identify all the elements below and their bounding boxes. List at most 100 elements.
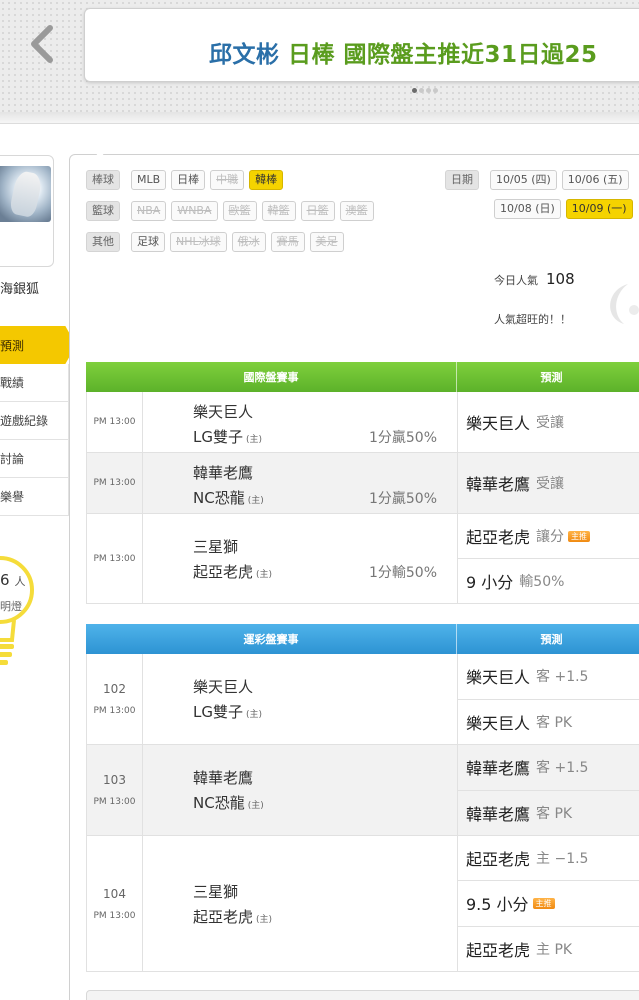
- carousel-dot[interactable]: [412, 88, 417, 93]
- date-option[interactable]: 10/08 (日): [494, 199, 561, 219]
- match-number: 103: [103, 773, 126, 787]
- date-option[interactable]: 10/05 (四): [490, 170, 557, 190]
- sidebar-item-honor[interactable]: 樂譽: [0, 478, 69, 516]
- filter-tag-aus-basketball: 澳籃: [339, 201, 374, 221]
- filter-tag-soccer[interactable]: 足球: [131, 232, 165, 252]
- filter-tag-npb[interactable]: 日棒: [171, 170, 206, 190]
- table-row[interactable]: 102 PM 13:00 樂天巨人 LG雙子 (主) 樂天巨人客 +1.5 樂天巨人…: [86, 654, 639, 745]
- filter-category-other: 其他: [86, 232, 120, 252]
- prediction-sub: 輸50%: [519, 574, 565, 590]
- prediction-sub: 客 PK: [536, 805, 573, 822]
- team-home: NC恐龍 (主): [193, 792, 264, 813]
- prediction-line: 韓華老鷹 受讓: [458, 453, 639, 513]
- home-mark: (主): [256, 915, 273, 925]
- popularity: 今日人氣 108: [494, 270, 575, 288]
- prediction-cell: 樂天巨人 受讓: [458, 392, 639, 452]
- filter-tag-mlb[interactable]: MLB: [131, 170, 167, 190]
- match-time: 104 PM 13:00: [87, 836, 143, 971]
- filter-category-baseball: 棒球: [86, 170, 120, 190]
- chevron-left-icon: [31, 25, 53, 63]
- bulb-label: 明燈: [0, 600, 22, 613]
- prediction-line: 起亞老虎主 −1.5: [458, 836, 639, 882]
- match-odds: 1分贏50%: [368, 491, 437, 507]
- prediction-cell: 樂天巨人客 +1.5 樂天巨人客 PK: [458, 654, 639, 744]
- filter-tag-horse-racing: 賽馬: [270, 232, 305, 252]
- home-mark: (主): [245, 710, 263, 720]
- intl-table: 國際盤賽事 預測 PM 13:00 樂天巨人 LG雙子 (主) 1分贏50% 樂天…: [86, 362, 639, 604]
- table-row[interactable]: PM 13:00 韓華老鷹 NC恐龍 (主) 1分贏50% 韓華老鷹 受讓: [86, 453, 639, 514]
- match-teams: 三星獅 起亞老虎 (主): [143, 836, 458, 971]
- prediction-line: 起亞老虎 讓分 主推: [458, 514, 639, 559]
- team-home-name: 起亞老虎: [193, 908, 254, 926]
- prediction-main: 起亞老虎: [466, 528, 531, 547]
- prediction-main: 起亞老虎: [466, 940, 531, 960]
- table-row[interactable]: 103 PM 13:00 韓華老鷹 NC恐龍 (主) 韓華老鷹客 +1.5 韓華老鷹…: [86, 745, 639, 836]
- prediction-cell: 韓華老鷹 受讓: [458, 453, 639, 513]
- prediction-line: 樂天巨人客 PK: [458, 700, 639, 745]
- filter-tag-american-football: 美足: [309, 232, 344, 252]
- back-button[interactable]: [24, 22, 60, 66]
- team-home-name: NC恐龍: [193, 489, 245, 507]
- sidebar-item-predictions[interactable]: 預測: [0, 326, 76, 364]
- headline-text: 邱文彬 日棒 國際盤主推近31日過25: [209, 35, 598, 69]
- filter-tag-wnba: WNBA: [171, 201, 218, 221]
- prediction-cell: 起亞老虎 讓分 主推 9 小分 輸50%: [458, 514, 639, 603]
- popularity-value: 108: [546, 270, 575, 288]
- featured-badge: 主推: [568, 530, 591, 542]
- match-odds: 1分贏50%: [368, 430, 437, 446]
- sports-table-header: 運彩盤賽事 預測: [86, 624, 639, 654]
- match-number: 104: [103, 886, 126, 901]
- filter-tag-korea-basketball: 韓籃: [261, 201, 296, 221]
- intl-col-prediction: 預測: [540, 371, 563, 384]
- filter-row-baseball: 棒球 MLB 日棒 中職 韓棒: [86, 170, 284, 190]
- sidebar-item-record[interactable]: 戰績: [0, 364, 69, 402]
- prediction-main: 樂天巨人: [466, 668, 531, 688]
- match-teams: 三星獅 起亞老虎 (主) 1分輸50%: [143, 514, 458, 603]
- intl-table-header: 國際盤賽事 預測: [86, 362, 639, 392]
- prediction-main: 韓華老鷹: [466, 759, 531, 779]
- sports-col-prediction: 預測: [540, 633, 563, 646]
- prediction-sub: 主 PK: [536, 941, 573, 958]
- prediction-sub: 受讓: [536, 415, 565, 431]
- match-time: 103 PM 13:00: [87, 745, 143, 835]
- carousel-dots[interactable]: [412, 88, 438, 93]
- prediction-sub: 客 +1.5: [536, 760, 589, 777]
- bulb-count-value: 6: [0, 571, 10, 589]
- carousel-dot[interactable]: [419, 88, 424, 93]
- sidebar-item-game-log[interactable]: 遊戲紀錄: [0, 402, 69, 440]
- match-teams: 樂天巨人 LG雙子 (主) 1分贏50%: [143, 392, 458, 452]
- intl-col-matches: 國際盤賽事: [86, 362, 457, 392]
- carousel-dot[interactable]: [426, 88, 431, 93]
- header-band-edge: [0, 112, 639, 124]
- featured-badge: 主推: [532, 897, 555, 909]
- next-section-edge: [86, 990, 639, 1000]
- prediction-sub: 客 PK: [536, 714, 573, 731]
- date-option[interactable]: 10/06 (五): [561, 170, 629, 190]
- prediction-line: 樂天巨人 受讓: [458, 392, 639, 452]
- filter-tag-kbo[interactable]: 韓棒: [249, 170, 284, 190]
- date-option-selected[interactable]: 10/09 (一): [565, 199, 633, 219]
- filter-tag-euro-basketball: 歐籃: [222, 201, 257, 221]
- prediction-line: 韓華老鷹客 +1.5: [458, 745, 639, 791]
- match-odds: 1分輸50%: [368, 565, 437, 581]
- prediction-line: 起亞老虎主 PK: [458, 927, 639, 971]
- carousel-dot[interactable]: [433, 88, 438, 93]
- popularity-label: 今日人氣: [494, 274, 538, 287]
- filter-tag-nba: NBA: [131, 201, 167, 221]
- table-row[interactable]: 104 PM 13:00 三星獅 起亞老虎 (主) 起亞老虎主 −1.5 9.5 小…: [86, 836, 639, 972]
- prediction-main: 9 小分: [466, 573, 514, 592]
- headline-message: 國際盤主推近31日過25: [343, 42, 598, 68]
- team-home: LG雙子 (主): [193, 426, 262, 447]
- prediction-sub: 受讓: [536, 476, 565, 492]
- table-row[interactable]: PM 13:00 三星獅 起亞老虎 (主) 1分輸50% 起亞老虎 讓分 主推 9 小…: [86, 514, 639, 604]
- team-away: 三星獅: [193, 883, 239, 901]
- prediction-main: 起亞老虎: [466, 850, 531, 870]
- prediction-line: 9 小分 輸50%: [458, 559, 639, 603]
- sidebar-item-discussion[interactable]: 討論: [0, 440, 69, 478]
- decoration-icon: [610, 284, 639, 324]
- avatar-card[interactable]: [0, 155, 54, 267]
- team-home: NC恐龍 (主): [193, 487, 264, 508]
- headline-banner[interactable]: 邱文彬 日棒 國際盤主推近31日過25: [84, 8, 639, 82]
- table-row[interactable]: PM 13:00 樂天巨人 LG雙子 (主) 1分贏50% 樂天巨人 受讓: [86, 392, 639, 453]
- team-away: 樂天巨人: [193, 403, 254, 421]
